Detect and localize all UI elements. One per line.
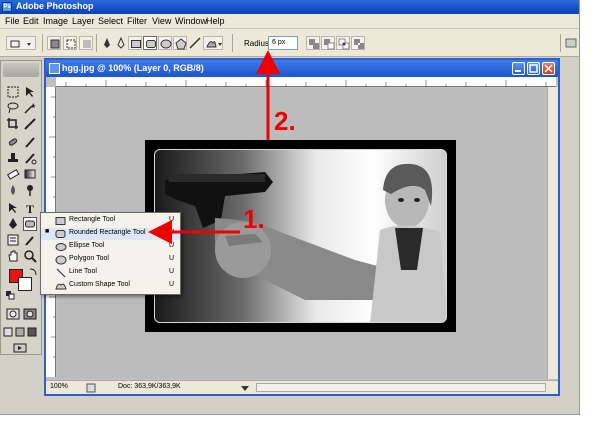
annotation-overlay [148,50,280,244]
annotation-step-1: 1. [243,204,265,234]
annotation-step-2: 2. [274,106,296,136]
photoshop-window: Ps Adobe Photoshop File Edit Image Layer… [0,0,580,415]
